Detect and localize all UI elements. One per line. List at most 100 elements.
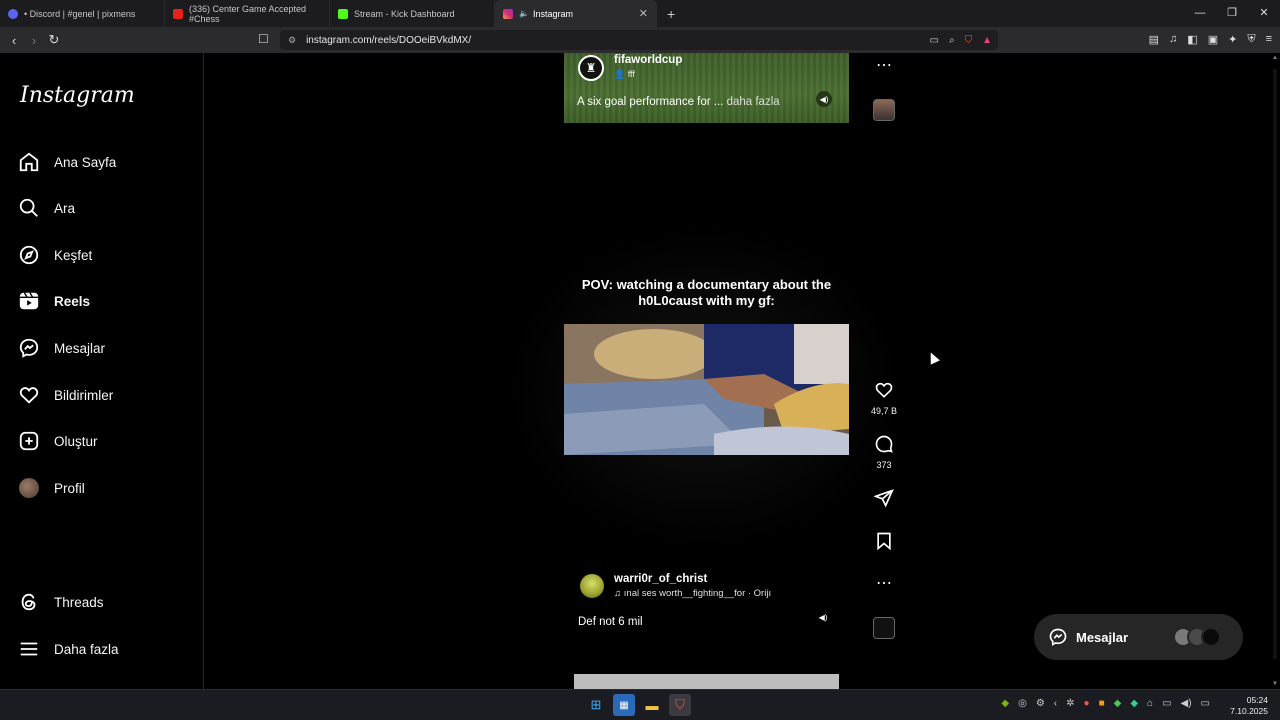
address-bar[interactable]: ⚙ instagram.com/reels/DOOeiBVkdMX/ ▭ ⌕ ⛉… [280,30,998,50]
reel-username[interactable]: warri0r_of_christ [614,573,707,585]
menu-icon[interactable]: ≡ [1266,33,1272,46]
tab-instagram[interactable]: 🔈 Instagram ✕ [495,0,657,27]
browser-tabbar: • Discord | #genel | pixmens (336) Cente… [0,0,1280,27]
audio-thumbnail[interactable] [873,617,895,639]
share-action[interactable] [870,488,898,513]
reel-previous-video[interactable]: ♜ fifaworldcup 👤 fff A six goal performa… [564,53,849,123]
more-link[interactable]: daha fazla [727,96,780,108]
file-explorer-icon[interactable]: ▬ [641,694,663,716]
like-action[interactable]: 49,7 B [870,380,898,416]
sidebar-item-create[interactable]: Oluştur [18,429,98,453]
vpn-icon[interactable]: ⛨ [1247,33,1255,46]
back-icon[interactable]: ‹ [4,33,24,48]
close-window-button[interactable]: ✕ [1248,0,1280,27]
sidebar-item-label: Profil [54,480,85,496]
reel-audio[interactable]: ♫ ınal ses worth__fighting__for · Orijı [614,588,771,599]
sidebar-item-messages[interactable]: Mesajlar [18,336,105,360]
sidebar-item-profile[interactable]: Profil [18,476,85,500]
kick-icon [338,8,348,19]
wallet-icon[interactable]: ▣ [1208,33,1218,46]
sidebar-item-threads[interactable]: Threads [18,590,104,614]
tray-app-icon[interactable]: ■ [1099,698,1105,709]
tab-discord[interactable]: • Discord | #genel | pixmens [0,0,165,27]
scrollbar-thumb[interactable] [1273,69,1277,659]
reload-icon[interactable]: ↻ [44,32,64,48]
volume-icon[interactable]: ◀) [815,609,831,625]
reels-feed[interactable]: ♜ fifaworldcup 👤 fff A six goal performa… [204,53,1270,689]
cast-icon[interactable]: ▭ [930,35,939,46]
taskbar-apps: ⊞ ▦ ▬ ⛉ [585,694,691,716]
reel-caption: A six goal performance for ... daha fazl… [577,96,780,108]
brave-shield-icon[interactable]: ⛉ [965,35,973,46]
tab-youtube[interactable]: (336) Center Game Accepted #Chess [165,0,330,27]
reel-next-video[interactable] [574,674,839,689]
reel-username[interactable]: fifaworldcup [614,54,682,66]
zoom-icon[interactable]: ⌕ [949,35,955,46]
sidebar-item-search[interactable]: Ara [18,196,75,220]
reader-icon[interactable]: ▤ [1149,33,1159,46]
sidebar-item-notifications[interactable]: Bildirimler [18,383,113,407]
new-tab-button[interactable]: + [667,6,675,22]
instagram-icon [503,8,513,19]
reel-current-video[interactable] [564,324,849,455]
sidebar-item-label: Reels [54,293,91,309]
minimize-button[interactable]: — [1184,0,1216,27]
media-icon[interactable]: ♫ [1169,33,1177,46]
taskbar-clock[interactable]: 05:24 7.10.2025 [1230,695,1268,717]
windows-start-icon[interactable]: ⊞ [585,694,607,716]
volume-icon[interactable]: ◀) [816,91,832,107]
sidebar-item-label: Keşfet [54,247,93,263]
tab-kick[interactable]: Stream - Kick Dashboard [330,0,495,27]
sidebar-item-home[interactable]: Ana Sayfa [18,150,116,174]
video-frame [564,324,849,455]
avatar [19,478,39,498]
page-scrollbar[interactable]: ▲ ▼ [1270,53,1280,689]
nvidia-icon[interactable]: ◆ [1001,698,1009,709]
save-action[interactable] [870,531,898,556]
messages-button-label: Mesajlar [1076,629,1129,645]
audio-label: fff [627,69,635,79]
sidebar-item-reels[interactable]: Reels [18,289,90,313]
close-tab-icon[interactable]: ✕ [639,7,648,20]
tray-app-icon[interactable]: ◆ [1130,698,1138,709]
tray-app-icon[interactable]: ◎ [1018,698,1027,709]
address-actions: ▭ ⌕ ⛉ ▲ [930,35,992,46]
audio-label: ınal ses worth__fighting__for · Orijı [623,588,772,599]
instagram-logo[interactable]: Instagram [20,83,135,108]
tray-app-icon[interactable]: ⌂ [1147,698,1153,709]
comment-action[interactable]: 373 [870,434,898,470]
display-icon[interactable]: ▭ [1162,698,1171,709]
sidebar-toggle-icon[interactable]: ◧ [1187,33,1197,46]
bookmark-icon[interactable]: ☐ [258,32,269,46]
brave-rewards-icon[interactable]: ▲ [982,35,992,46]
maximize-button[interactable]: ❐ [1216,0,1248,27]
more-options-icon[interactable]: ⋯ [870,573,898,593]
steam-icon[interactable]: ⚙ [1036,698,1045,709]
user-avatar[interactable] [580,574,604,598]
fifa-avatar[interactable]: ♜ [578,55,604,81]
url-text[interactable]: instagram.com/reels/DOOeiBVkdMX/ [306,35,471,46]
scroll-down-icon[interactable]: ▼ [1272,681,1278,687]
scroll-up-icon[interactable]: ▲ [1272,55,1278,61]
sidebar-item-more[interactable]: Daha fazla [18,637,119,661]
audio-thumbnail[interactable] [873,99,895,121]
sidebar-item-explore[interactable]: Keşfet [18,243,92,267]
tray-app-icon[interactable]: ✲ [1066,698,1074,709]
reel-audio[interactable]: 👤 fff [614,69,635,80]
photos-app-icon[interactable]: ▦ [613,694,635,716]
more-options-icon[interactable]: ⋯ [870,55,898,75]
microphone-icon[interactable]: ● [1084,698,1090,709]
tray-expand-icon[interactable]: ‹ [1054,698,1057,709]
battery-icon[interactable]: ▭ [1201,698,1210,709]
tray-app-icon[interactable]: ◆ [1114,698,1122,709]
volume-icon[interactable]: ◀) [1181,698,1192,709]
sidebar-item-label: Bildirimler [54,387,114,403]
messages-button[interactable]: Mesajlar [1034,614,1243,660]
caption-text: A six goal performance for ... [577,96,724,108]
leo-ai-icon[interactable]: ✦ [1228,33,1237,46]
forward-icon[interactable]: › [24,33,44,48]
brave-browser-icon[interactable]: ⛉ [669,694,691,716]
site-info-icon[interactable]: ⚙ [288,35,296,46]
bookmark-icon [877,532,891,551]
sidebar-item-label: Ana Sayfa [54,154,117,170]
